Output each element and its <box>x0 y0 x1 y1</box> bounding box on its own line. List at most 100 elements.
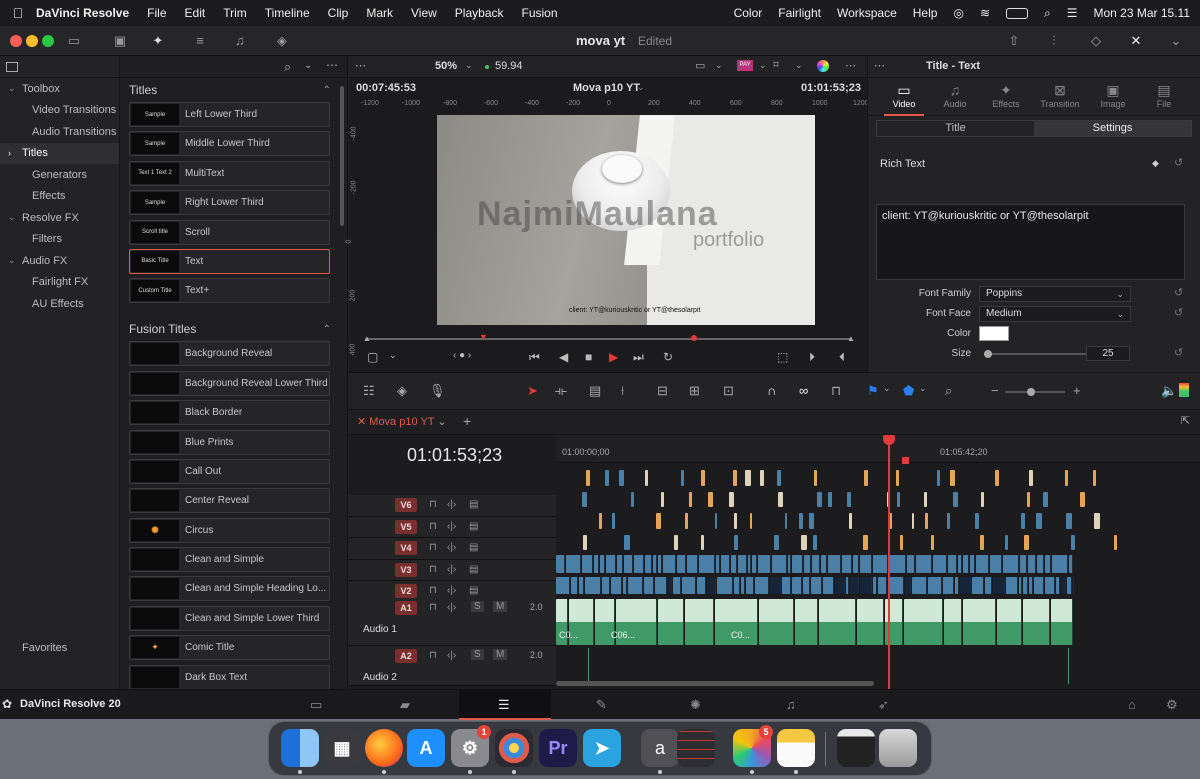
video-clip[interactable] <box>556 576 571 594</box>
video-clip[interactable] <box>733 534 739 550</box>
viewer-scrubber[interactable]: ▲ ▼ ▲ <box>363 332 855 343</box>
dock-app-photos-icon[interactable]: 5 <box>733 725 773 767</box>
trim-tool-icon[interactable]: ⟛ <box>555 383 567 399</box>
video-clip[interactable] <box>852 555 860 573</box>
more-options-icon[interactable]: ⋯ <box>874 59 885 72</box>
track-id-badge[interactable]: V3 <box>395 562 417 577</box>
chevron-down-icon[interactable]: ⌄ <box>759 60 767 71</box>
toolbox-item[interactable]: ⌄ Resolve FX <box>0 207 119 229</box>
control-center-icon[interactable]: ☰ <box>1067 6 1078 20</box>
video-clip[interactable] <box>985 576 993 594</box>
video-clip[interactable] <box>972 576 985 594</box>
video-clip[interactable] <box>1094 513 1101 529</box>
title-item[interactable]: Scroll title Scroll <box>129 219 330 245</box>
auto-select-icon[interactable]: ‹|› <box>447 564 456 575</box>
video-clip[interactable] <box>700 470 706 486</box>
video-clip[interactable] <box>1023 576 1029 594</box>
video-clip[interactable] <box>834 576 845 594</box>
menu-clip[interactable]: Clip <box>328 6 349 20</box>
video-clip[interactable] <box>1093 470 1096 486</box>
chevron-down-icon[interactable]: ⌄ <box>437 416 446 428</box>
video-clip[interactable] <box>624 534 630 550</box>
video-clip[interactable] <box>673 534 679 550</box>
video-clip[interactable] <box>644 555 653 573</box>
video-clip[interactable] <box>644 470 649 486</box>
title-item[interactable]: Sample Right Lower Third <box>129 190 330 216</box>
video-clip[interactable] <box>1027 491 1031 507</box>
linked-selection-icon[interactable]: ∞ <box>799 383 808 398</box>
mute-button[interactable]: M <box>493 649 508 660</box>
snapping-icon[interactable]: ∩ <box>767 383 776 398</box>
auto-select-icon[interactable]: ‹|› <box>447 499 456 510</box>
sidebar-toggle-icon[interactable] <box>6 61 18 72</box>
video-clip[interactable] <box>715 555 721 573</box>
menu-view[interactable]: View <box>411 6 437 20</box>
title-item[interactable]: Custom Title Text+ <box>129 278 330 304</box>
tab-video[interactable]: ▭ Video <box>878 82 930 116</box>
apple-icon[interactable]:  <box>0 5 36 21</box>
audio-clip[interactable] <box>963 599 996 645</box>
video-clip[interactable] <box>813 534 817 550</box>
video-clip[interactable] <box>585 470 590 486</box>
chevron-down-icon[interactable]: ⌄ <box>919 383 927 394</box>
video-clip[interactable] <box>616 555 624 573</box>
track-id-badge[interactable]: V4 <box>395 541 417 555</box>
video-clip[interactable] <box>936 470 940 486</box>
video-clip[interactable] <box>582 534 587 550</box>
audio-clip[interactable] <box>857 599 884 645</box>
dock-app-finder-icon[interactable] <box>281 729 319 767</box>
video-clip[interactable] <box>924 491 927 507</box>
slider-knob[interactable] <box>984 350 992 358</box>
dock-app-telegram-icon[interactable]: ➤ <box>583 729 621 767</box>
video-clip[interactable] <box>792 555 803 573</box>
track-enable-icon[interactable]: ▤ <box>469 499 478 510</box>
video-clip[interactable] <box>622 576 628 594</box>
video-clip[interactable] <box>1043 491 1049 507</box>
video-clip[interactable] <box>862 534 868 550</box>
video-clip[interactable] <box>696 576 707 594</box>
video-clip[interactable] <box>1068 555 1073 573</box>
marker-icon[interactable]: ⬟ <box>903 383 914 399</box>
cut-page-icon[interactable]: ▰ <box>400 697 410 713</box>
spotlight-search-icon[interactable]: ⌕ <box>1044 6 1051 21</box>
track-id-badge[interactable]: A1 <box>395 601 417 615</box>
video-clip[interactable] <box>787 555 792 573</box>
video-clip[interactable] <box>803 555 811 573</box>
video-clip[interactable] <box>995 470 999 486</box>
video-clip[interactable] <box>949 470 956 486</box>
video-clip[interactable] <box>728 491 734 507</box>
video-clip[interactable] <box>602 576 610 594</box>
audio-clip[interactable] <box>944 599 963 645</box>
video-clip[interactable] <box>699 555 715 573</box>
video-clip[interactable] <box>849 576 859 594</box>
dock-app-premiere-pro-icon[interactable]: Pr <box>539 729 577 767</box>
audio-clip[interactable] <box>1023 599 1050 645</box>
video-clip[interactable] <box>759 470 764 486</box>
video-clip[interactable] <box>976 555 990 573</box>
match-frame-icon[interactable]: ⬚ <box>777 350 788 364</box>
toolbox-item[interactable]: Video Transitions <box>0 100 119 122</box>
video-clip[interactable] <box>701 534 704 550</box>
video-clip[interactable] <box>848 513 853 529</box>
video-clip[interactable] <box>618 470 625 486</box>
edit-page-icon[interactable]: ☰ <box>498 697 510 713</box>
menu-help[interactable]: Help <box>913 6 938 20</box>
auto-select-icon[interactable]: ‹|› <box>447 521 456 532</box>
video-clip[interactable] <box>1079 491 1086 507</box>
transform-icon[interactable]: ⌗ <box>773 59 779 72</box>
metadata-icon[interactable]: ◇ <box>1088 33 1104 49</box>
video-clip[interactable] <box>612 513 615 529</box>
color-swatch[interactable] <box>979 326 1009 341</box>
video-clip[interactable] <box>1029 576 1033 594</box>
dock-app-launchpad-icon[interactable]: ▦ <box>323 729 361 767</box>
video-clip[interactable] <box>749 513 753 529</box>
title-item[interactable]: Call Out <box>129 458 330 484</box>
audio-clip[interactable] <box>657 599 685 645</box>
minimize-window-button[interactable] <box>26 35 38 47</box>
lock-icon[interactable]: ⊓ <box>429 521 437 532</box>
video-clip[interactable] <box>927 576 943 594</box>
tab-file[interactable]: ▤ File <box>1138 82 1190 109</box>
title-item[interactable]: Background Reveal <box>129 341 330 367</box>
video-clip[interactable] <box>667 576 673 594</box>
track-enable-icon[interactable]: ▤ <box>469 521 478 532</box>
